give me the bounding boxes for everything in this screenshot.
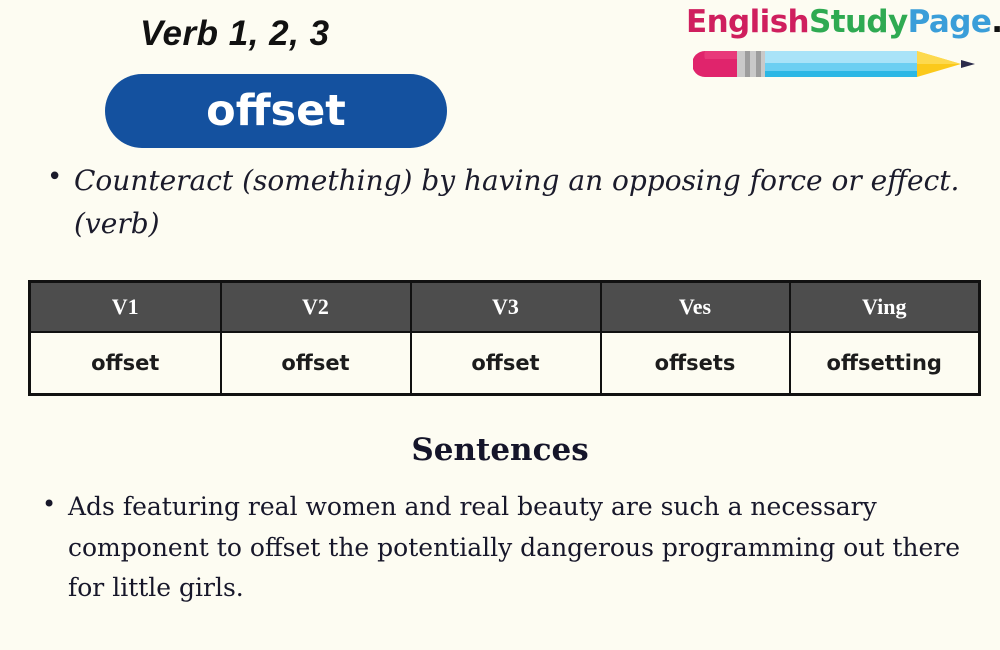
column-header-ves: Ves	[599, 280, 791, 333]
logo-segment-english: English	[686, 4, 810, 40]
logo-wordmark: EnglishStudyPage.Com	[686, 4, 1000, 40]
verb-forms-table: V1 V2 V3 Ves Ving offset offset offset o…	[28, 280, 981, 396]
column-header-v3: V3	[409, 280, 602, 333]
column-header-ving: Ving	[788, 280, 981, 333]
page-header: Verb 1, 2, 3 offset EnglishStudyPage.Com	[0, 0, 1000, 160]
table-row: offset offset offset offsets offsetting	[28, 331, 981, 396]
definition-item: Counteract (something) by having an oppo…	[47, 158, 970, 245]
cell-v2: offset	[219, 331, 412, 396]
sentence-item: Ads featuring real women and real beauty…	[42, 485, 976, 609]
cell-v1: offset	[28, 331, 222, 396]
cell-ving: offsetting	[788, 331, 981, 396]
logo-segment-com: .Com	[991, 4, 1000, 40]
cell-v3: offset	[409, 331, 602, 396]
definition-list: Counteract (something) by having an oppo…	[0, 158, 1000, 245]
pencil-icon	[692, 47, 986, 81]
sentences-heading: Sentences	[411, 432, 589, 468]
page-title: Verb 1, 2, 3	[140, 14, 330, 53]
word-pill: offset	[105, 74, 447, 148]
sentences-list: Ads featuring real women and real beauty…	[0, 485, 1000, 609]
logo-segment-study: Study	[809, 4, 908, 40]
column-header-v1: V1	[28, 280, 222, 333]
table-header-row: V1 V2 V3 Ves Ving	[28, 280, 981, 333]
cell-ves: offsets	[599, 331, 791, 396]
logo-segment-page: Page	[907, 4, 992, 40]
word-label: offset	[206, 85, 346, 136]
site-logo[interactable]: EnglishStudyPage.Com	[686, 4, 1000, 81]
column-header-v2: V2	[219, 280, 412, 333]
